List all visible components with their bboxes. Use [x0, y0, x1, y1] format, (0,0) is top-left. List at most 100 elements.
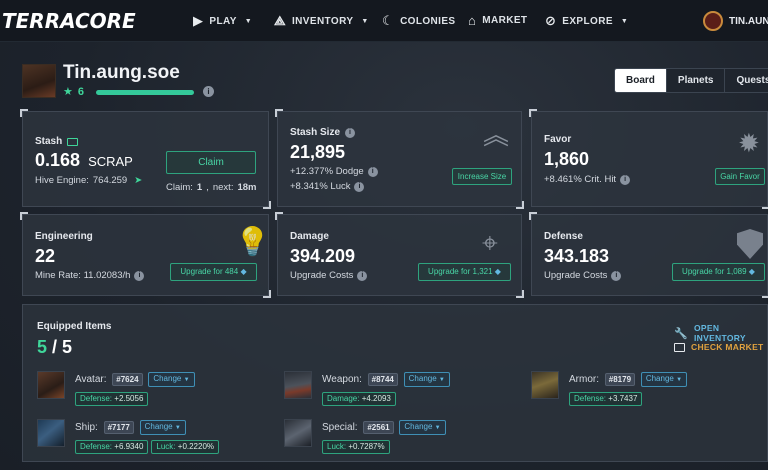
logo[interactable]: TERRACORE: [2, 9, 136, 33]
crit-text: +8.461% Crit. Hit: [544, 174, 617, 185]
stat-value: +3.7437: [608, 394, 638, 403]
stat-value: +0.7287%: [348, 442, 385, 451]
stash-size-luck: +8.341% Luck i: [290, 181, 365, 192]
nav-play[interactable]: ▶ PLAY ▼: [193, 13, 252, 29]
xp-progress-fill: [96, 90, 194, 95]
claim-button[interactable]: Claim: [166, 151, 256, 174]
nav-explore[interactable]: ⊘ EXPLORE ▼: [545, 13, 628, 29]
rate-text: Mine Rate: 11.02083/h: [35, 270, 131, 281]
board-tabs: Board Planets Quests: [614, 68, 768, 93]
chevron-down-icon: ▼: [620, 17, 629, 25]
item-label: Weapon: #8744 Change ▼: [322, 372, 450, 387]
item-id-badge: #7177: [103, 421, 134, 434]
ship-thumbnail: [37, 419, 65, 447]
weapon-thumbnail: [284, 371, 312, 399]
engineering-title: Engineering: [35, 231, 93, 242]
user-menu[interactable]: TIN.AUNG: [703, 11, 768, 31]
defense-upgrade-costs: Upgrade Costs i: [544, 270, 622, 281]
claim-count: 1: [196, 182, 203, 193]
nav-market-label: MARKET: [482, 15, 528, 26]
token-icon: ◆: [494, 267, 501, 276]
engineering-rate: Mine Rate: 11.02083/h i: [35, 270, 145, 281]
user-name: TIN.AUNG: [729, 15, 768, 27]
equipped-item-armor: Armor: #8179 Change ▼ Defense: +3.7437: [531, 371, 751, 406]
stat-badge: Luck: +0.7287%: [322, 440, 390, 454]
claim-next: 18m: [237, 182, 257, 193]
info-icon[interactable]: i: [134, 270, 145, 281]
compass-icon: ⊘: [545, 13, 557, 28]
item-id-badge: #2561: [363, 421, 394, 434]
tab-board[interactable]: Board: [615, 69, 666, 92]
token-icon: ◆: [240, 267, 247, 276]
user-avatar: [703, 11, 723, 31]
change-button[interactable]: Change ▼: [403, 372, 450, 387]
claim-next-label: next:: [212, 182, 234, 193]
claim-label: Claim:: [166, 182, 193, 193]
item-stats: Damage: +4.2093: [322, 388, 399, 406]
info-icon[interactable]: i: [203, 86, 214, 97]
damage-value: 394.209: [290, 246, 356, 266]
wallet-icon: [67, 137, 79, 146]
profile-avatar: [22, 64, 56, 98]
item-stats: Defense: +6.9340 Luck: +0.2220%: [75, 436, 222, 454]
info-icon[interactable]: i: [345, 127, 356, 138]
damage-upgrade-costs: Upgrade Costs i: [290, 270, 368, 281]
stash-card: Stash 0.168 SCRAP Hive Engine: 764.259 ➤…: [20, 109, 271, 209]
upgrade-defense-label: Upgrade for 1,089: [682, 267, 747, 276]
level-value: 6: [77, 85, 84, 98]
tab-quests[interactable]: Quests: [724, 69, 768, 92]
stat-key: Luck:: [327, 442, 347, 451]
chevron-down-icon: ▼: [244, 17, 253, 25]
nav-inventory[interactable]: ⟁ INVENTORY ▼: [274, 13, 369, 29]
info-icon[interactable]: i: [367, 166, 378, 177]
change-button[interactable]: Change ▼: [640, 372, 688, 387]
info-icon[interactable]: i: [611, 270, 622, 281]
profile-level: ★ 6: [63, 85, 84, 99]
wrench-icon: 🔧: [674, 327, 688, 340]
upgrade-engineering-button[interactable]: Upgrade for 484 ◆: [170, 263, 257, 281]
change-button[interactable]: Change ▼: [399, 420, 446, 435]
engineering-value: 22: [35, 246, 56, 266]
info-icon[interactable]: i: [357, 270, 368, 281]
chevron-down-icon: ▼: [434, 425, 441, 431]
upgrade-damage-button[interactable]: Upgrade for 1,321 ◆: [418, 263, 511, 281]
stat-key: Damage:: [327, 394, 360, 403]
stat-badge: Defense: +3.7437: [569, 392, 643, 406]
defense-card: Defense 343.183 Upgrade Costs i Upgrade …: [529, 212, 768, 298]
stat-badge: Luck: +0.2220%: [151, 440, 220, 454]
stash-value: 0.168 SCRAP: [35, 150, 133, 171]
equipped-item-avatar: Avatar: #7624 Change ▼ Defense: +2.5056: [37, 371, 257, 406]
stat-value: +0.2220%: [177, 442, 215, 451]
stat-key: Defense:: [80, 442, 113, 451]
tab-planets[interactable]: Planets: [665, 69, 725, 92]
stash-title-text: Stash: [35, 136, 63, 147]
info-icon[interactable]: i: [620, 174, 631, 185]
nav-colonies[interactable]: ☾ COLONIES: [382, 13, 456, 29]
crosshair-icon: ⌖: [482, 227, 498, 258]
favor-title: Favor: [544, 134, 572, 145]
change-button[interactable]: Change ▼: [139, 420, 186, 435]
nav-explore-label: EXPLORE: [562, 15, 613, 27]
nav-market[interactable]: ⌂ MARKET: [468, 13, 527, 28]
item-name: Ship:: [75, 422, 98, 434]
favor-crit: +8.461% Crit. Hit i: [544, 174, 631, 185]
gain-favor-button[interactable]: Gain Favor: [715, 168, 765, 185]
open-inventory-link[interactable]: 🔧 OPEN INVENTORY: [674, 323, 767, 343]
engineering-card: Engineering 22 Mine Rate: 11.02083/h i 💡…: [20, 212, 271, 298]
item-id-badge: #8744: [367, 373, 398, 386]
change-button[interactable]: Change ▼: [148, 372, 195, 387]
item-label: Ship: #7177 Change ▼: [75, 420, 186, 435]
stash-unit: SCRAP: [88, 154, 133, 169]
increase-size-button[interactable]: Increase Size: [452, 168, 512, 185]
item-name: Armor:: [569, 374, 599, 386]
info-icon[interactable]: i: [354, 181, 365, 192]
nav-play-label: PLAY: [209, 15, 237, 27]
stat-value: +4.2093: [361, 394, 391, 403]
stat-key: Defense:: [574, 394, 607, 403]
upgrade-defense-button[interactable]: Upgrade for 1,089 ◆: [672, 263, 765, 281]
item-label: Armor: #8179 Change ▼: [569, 372, 688, 387]
inventory-icon: ⟁: [274, 13, 286, 28]
send-icon[interactable]: ➤: [134, 175, 142, 186]
stash-size-value: 21,895: [290, 142, 346, 162]
check-market-link[interactable]: CHECK MARKET: [674, 342, 764, 352]
